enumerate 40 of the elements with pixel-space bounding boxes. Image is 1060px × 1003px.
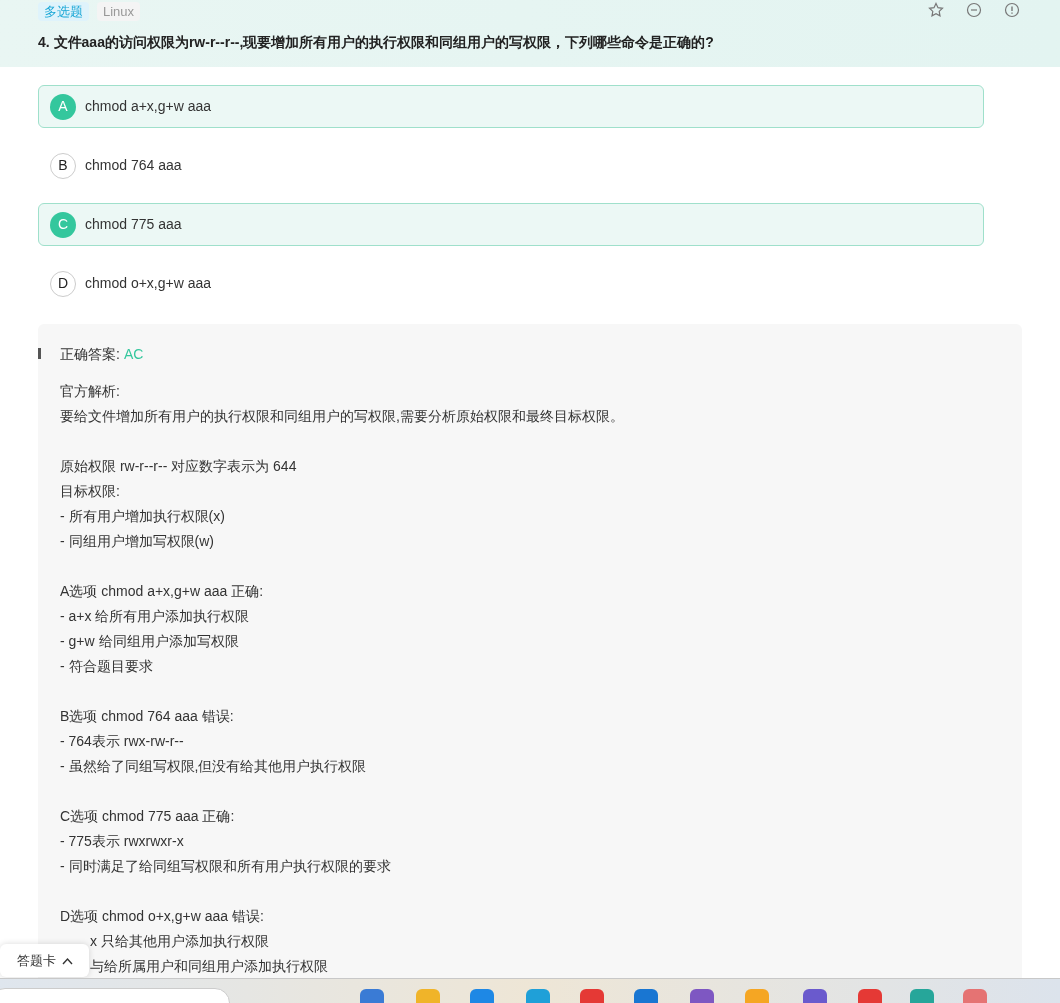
explanation-line: - 符合题目要求 [60, 657, 153, 676]
question-text: 4. 文件aaa的访问权限为rw-r--r--,现要增加所有用户的执行权限和同组用户的写权限，下列哪些命令是正确的? [37, 33, 715, 52]
minus-circle-icon[interactable] [966, 2, 982, 18]
explanation-line: B选项 chmod 764 aaa 错误: [60, 707, 234, 726]
option-letter: C [50, 211, 76, 238]
explanation-line: 原始权限 rw-r--r-- 对应数字表示为 644 [60, 457, 297, 476]
option-text: chmod 764 aaa [85, 156, 182, 175]
star-icon[interactable] [928, 2, 944, 18]
explanation-line: - g+w 给同组用户添加写权限 [60, 632, 239, 651]
explanation-line: - 775表示 rwxrwxr-x [60, 832, 184, 851]
option-text: chmod o+x,g+w aaa [85, 274, 212, 293]
option-letter: A [50, 93, 76, 120]
option-letter: D [50, 270, 76, 297]
explanation-line: - 同组用户增加写权限(w) [60, 532, 214, 551]
explanation-line: A选项 chmod a+x,g+w aaa 正确: [60, 582, 264, 601]
question-type-tag: 多选题 [38, 2, 89, 21]
answer-label: 正确答案: [60, 345, 120, 364]
answer-option[interactable]: A chmod a+x,g+w aaa [38, 85, 984, 128]
info-icon[interactable] [1004, 2, 1020, 18]
chevron-up-icon [61, 956, 73, 965]
explanation-line: - a+x 给所有用户添加执行权限 [60, 607, 250, 626]
explanation-line: 目标权限: [60, 482, 120, 501]
explanation-line: x 只给其他用户添加执行权限 [90, 932, 269, 951]
topic-tag: Linux [97, 2, 141, 21]
explanation-line: - 764表示 rwx-rw-r-- [60, 732, 184, 751]
option-letter: B [50, 152, 76, 179]
answer-card-button[interactable]: 答题卡 [0, 944, 89, 977]
explanation-line: 官方解析: [60, 382, 120, 401]
explanation-line: - 虽然给了同组写权限,但没有给其他用户执行权限 [60, 757, 367, 776]
marker-bar [38, 348, 41, 359]
answer-value: AC [123, 345, 144, 364]
explanation-line: D选项 chmod o+x,g+w aaa 错误: [60, 907, 264, 926]
option-text: chmod a+x,g+w aaa [85, 97, 212, 116]
explanation-line: 与给所属用户和同组用户添加执行权限 [90, 957, 328, 976]
explanation-line: 要给文件增加所有用户的执行权限和同组用户的写权限,需要分析原始权限和最终目标权限。 [60, 407, 624, 426]
answer-option[interactable]: C chmod 775 aaa [38, 203, 984, 246]
explanation-line: - 所有用户增加执行权限(x) [60, 507, 225, 526]
explanation-line: - 同时满足了给同组写权限和所有用户执行权限的要求 [60, 857, 391, 876]
explanation-line: C选项 chmod 775 aaa 正确: [60, 807, 235, 826]
option-text: chmod 775 aaa [85, 215, 182, 234]
